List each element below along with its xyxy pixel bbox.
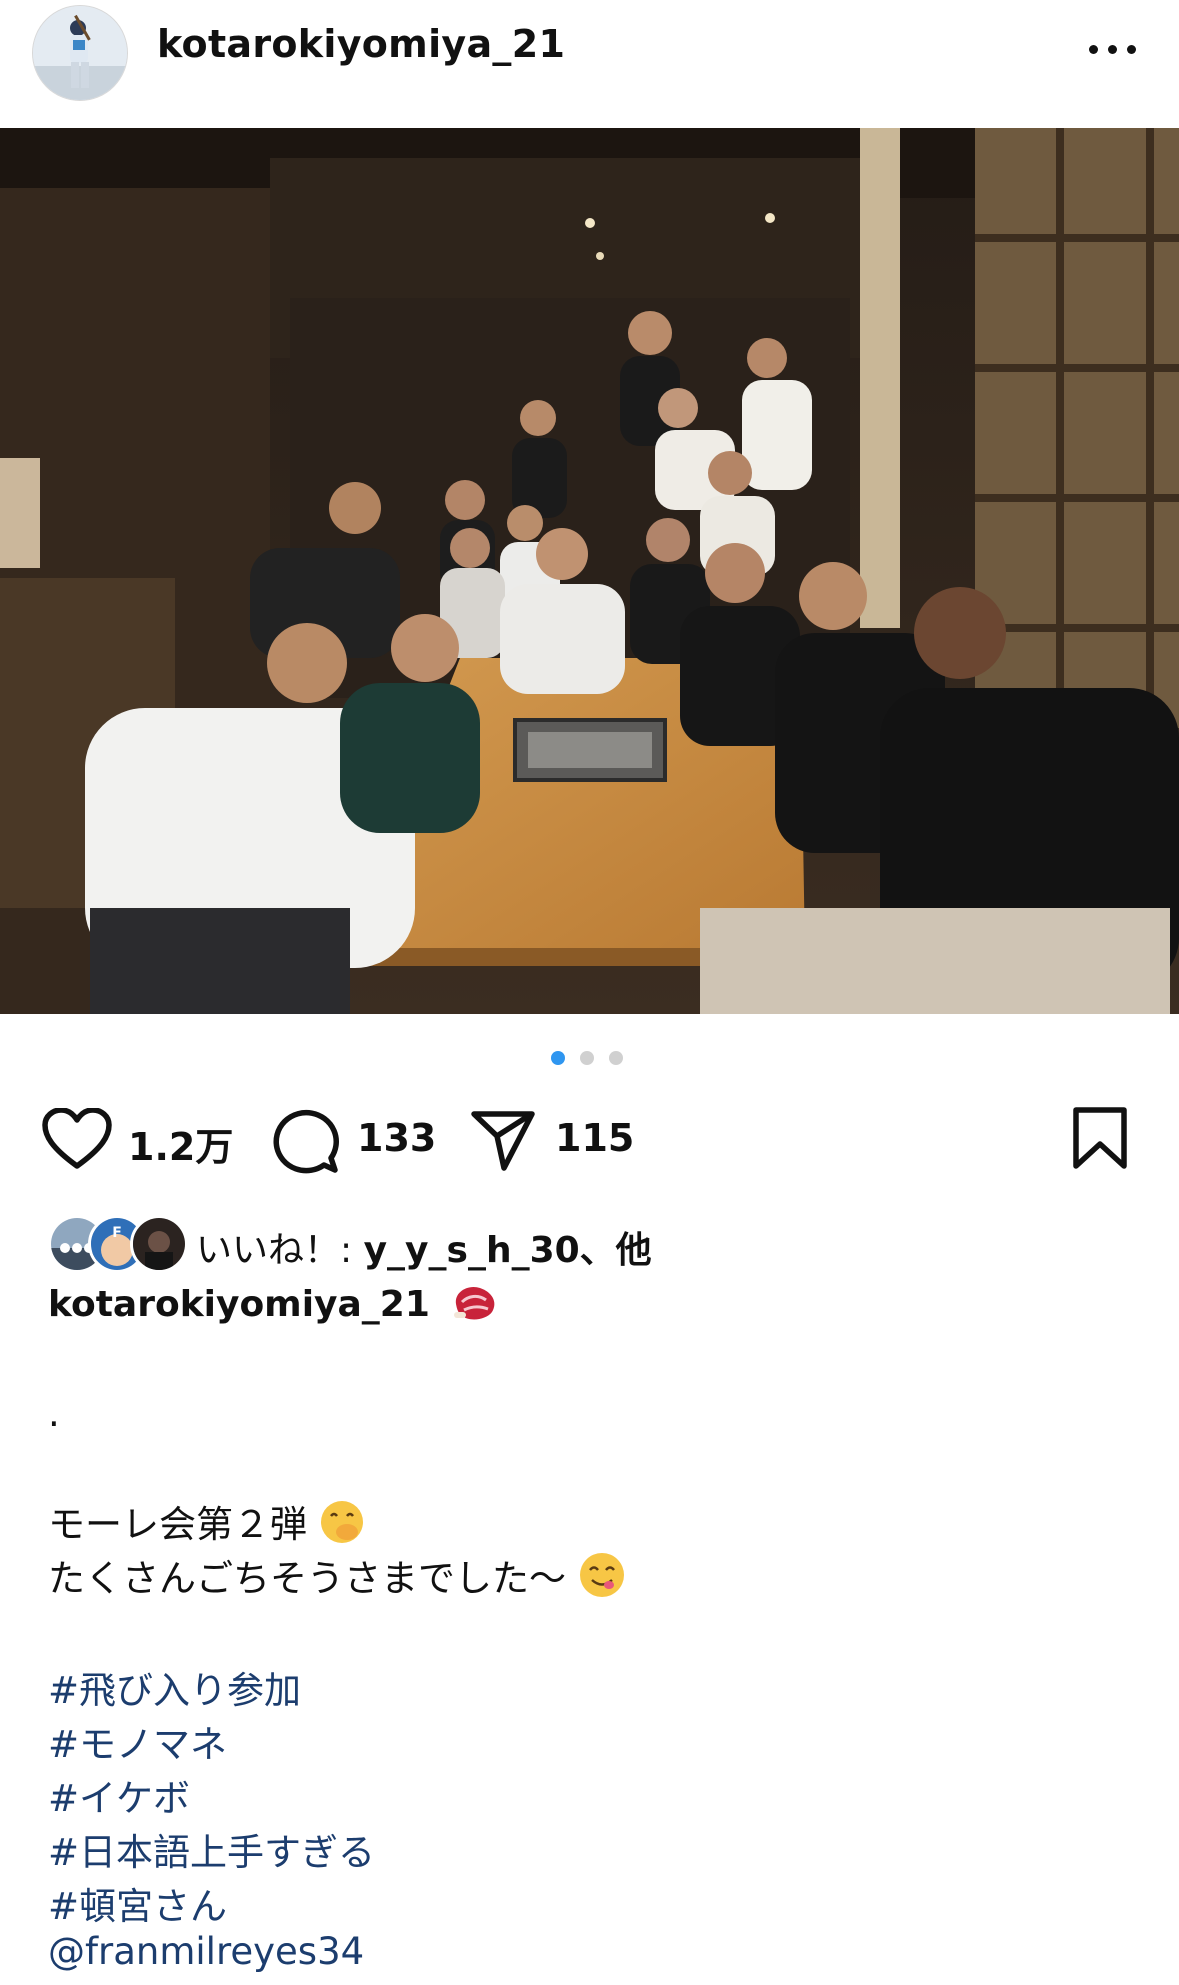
profile-avatar[interactable] bbox=[32, 5, 128, 101]
comment-icon[interactable] bbox=[271, 1108, 339, 1178]
face-with-hand-emoji bbox=[319, 1499, 365, 1554]
comment-count[interactable]: 133 bbox=[357, 1116, 436, 1160]
carousel-indicator bbox=[0, 1048, 1179, 1068]
meat-emoji bbox=[452, 1282, 498, 1331]
action-bar: 1.2万 133 115 bbox=[0, 1100, 1179, 1180]
hashtag-1[interactable]: #飛び入り参加 bbox=[48, 1660, 301, 1714]
hashtag-2[interactable]: #モノマネ bbox=[48, 1714, 227, 1768]
caption-line-2: たくさんごちそうさまでした〜 bbox=[48, 1557, 566, 1600]
liked-by-prefix: いいね！: bbox=[196, 1230, 364, 1271]
svg-text:F: F bbox=[112, 1225, 122, 1241]
post-username[interactable]: kotarokiyomiya_21 bbox=[157, 22, 565, 66]
more-icon[interactable] bbox=[1085, 24, 1141, 72]
caption-username[interactable]: kotarokiyomiya_21 bbox=[48, 1284, 430, 1325]
heart-icon[interactable] bbox=[42, 1107, 112, 1174]
caption-dot: . bbox=[48, 1392, 60, 1435]
liked-by-suffix[interactable]: 、他 bbox=[580, 1230, 652, 1271]
carousel-dot-3[interactable] bbox=[609, 1051, 623, 1065]
yum-emoji bbox=[578, 1551, 626, 1608]
post-photo[interactable] bbox=[0, 128, 1179, 1014]
liked-by-user[interactable]: y_y_s_h_30 bbox=[364, 1230, 580, 1271]
caption-line-2-row: たくさんごちそうさまでした〜 bbox=[48, 1548, 626, 1608]
mention-link[interactable]: @franmilreyes34 bbox=[48, 1930, 364, 1973]
like-count[interactable]: 1.2万 bbox=[128, 1116, 233, 1171]
bookmark-icon[interactable] bbox=[1072, 1106, 1128, 1174]
caption-username-row: kotarokiyomiya_21 bbox=[48, 1282, 498, 1331]
post-header: kotarokiyomiya_21 bbox=[0, 0, 1179, 128]
carousel-dot-1[interactable] bbox=[551, 1051, 565, 1065]
liked-by-text[interactable]: いいね！: y_y_s_h_30、他 bbox=[196, 1221, 652, 1273]
caption-line-1-row: モーレ会第２弾 bbox=[48, 1494, 365, 1554]
share-count[interactable]: 115 bbox=[555, 1116, 634, 1160]
caption-line-1: モーレ会第２弾 bbox=[48, 1503, 307, 1546]
carousel-dot-2[interactable] bbox=[580, 1051, 594, 1065]
hashtag-4[interactable]: #日本語上手すぎる bbox=[48, 1822, 375, 1876]
liked-by-row[interactable]: F いいね！: y_y_s_h_30、他 bbox=[48, 1215, 1148, 1273]
share-icon[interactable] bbox=[470, 1108, 536, 1176]
hashtag-5[interactable]: #頓宮さん bbox=[48, 1876, 227, 1930]
liker-avatar-3 bbox=[130, 1215, 188, 1273]
hashtag-3[interactable]: #イケボ bbox=[48, 1768, 190, 1822]
